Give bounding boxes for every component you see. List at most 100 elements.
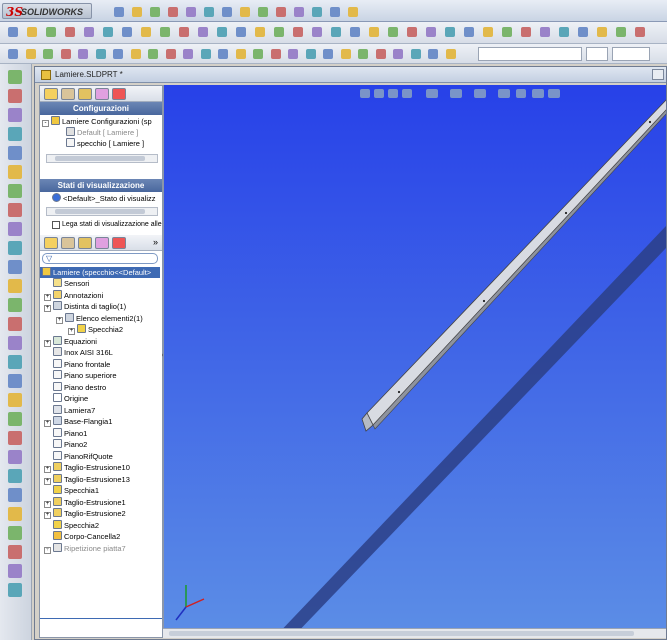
toolbar-button[interactable] (196, 25, 210, 39)
section-view-icon[interactable] (402, 89, 412, 98)
graphics-viewport[interactable] (163, 85, 666, 638)
feature-tree-item[interactable]: Corpo-Cancella2 (44, 531, 120, 542)
toolbar-button[interactable] (500, 25, 514, 39)
feature-tree-item[interactable]: PianoRifQuote (44, 450, 113, 462)
command-icon[interactable] (8, 355, 22, 369)
toolbar-button[interactable] (310, 5, 324, 19)
toolbar-button[interactable] (164, 47, 178, 61)
config-scrollbar[interactable] (46, 154, 158, 163)
config-root[interactable]: - Lamiere Configurazioni (sp (42, 116, 152, 127)
expand-icon[interactable]: + (44, 339, 51, 347)
toolbar-button[interactable] (238, 5, 252, 19)
configuration-manager-tab-icon[interactable] (78, 88, 92, 100)
toolbar-button[interactable] (595, 25, 609, 39)
feature-manager-tab-icon[interactable] (44, 237, 58, 249)
command-icon[interactable] (8, 507, 22, 521)
feature-tree-item[interactable]: Piano2 (44, 439, 87, 450)
config-item[interactable]: Default [ Lamiere ] (66, 127, 138, 138)
display-state-item[interactable]: <Default>_Stato di visualizz (52, 193, 156, 204)
command-icon[interactable] (8, 146, 22, 160)
solidworks-logo[interactable]: 3S SOLIDWORKS (2, 3, 92, 19)
toolbar-button[interactable] (112, 5, 126, 19)
feature-tree-item[interactable]: Piano frontale (44, 358, 110, 370)
viewport-scrollbar[interactable] (163, 628, 666, 638)
hide-show-items-icon[interactable] (474, 89, 486, 98)
toolbar-button[interactable] (292, 5, 306, 19)
expand-icon[interactable]: + (44, 546, 51, 554)
toolbar-button[interactable] (269, 47, 283, 61)
command-icon[interactable] (8, 488, 22, 502)
toolbar-button[interactable] (557, 25, 571, 39)
toolbar-button[interactable] (291, 25, 305, 39)
toolbar-button[interactable] (234, 25, 248, 39)
render-tools-icon[interactable] (548, 89, 560, 98)
expand-icon[interactable]: + (44, 500, 51, 508)
toolbar-button[interactable] (272, 25, 286, 39)
toolbar-button[interactable] (304, 47, 318, 61)
display-style-icon[interactable] (450, 89, 462, 98)
zoom-to-fit-icon[interactable] (360, 89, 370, 98)
toolbar-button[interactable] (576, 25, 590, 39)
toolbar-button[interactable] (25, 25, 39, 39)
toolbar-button[interactable] (348, 25, 362, 39)
toolbar-button[interactable] (130, 5, 144, 19)
collapse-icon[interactable]: - (42, 120, 49, 127)
zoom-area-icon[interactable] (374, 89, 384, 98)
command-icon[interactable] (8, 70, 22, 84)
property-manager-tab-icon[interactable] (61, 88, 75, 100)
command-icon[interactable] (8, 374, 22, 388)
toolbar-button[interactable] (41, 47, 55, 61)
configuration-manager-tab-icon[interactable] (78, 237, 92, 249)
feature-tree-item[interactable]: Sensori (44, 278, 89, 289)
command-icon[interactable] (8, 469, 22, 483)
command-icon[interactable] (8, 222, 22, 236)
feature-tree-item[interactable]: + Taglio-Estrusione13 (44, 473, 130, 485)
edit-appearance-icon[interactable] (498, 89, 510, 98)
toolbar-button[interactable] (24, 47, 38, 61)
toolbar-button[interactable] (462, 25, 476, 39)
feature-tree-item[interactable]: + Equazioni (44, 335, 97, 347)
toolbar-button[interactable] (310, 25, 324, 39)
command-icon[interactable] (8, 184, 22, 198)
command-icon[interactable] (8, 203, 22, 217)
toolbar-button[interactable] (538, 25, 552, 39)
toolbar-button[interactable] (328, 5, 342, 19)
toolbar-button[interactable] (76, 47, 90, 61)
display-manager-tab-icon[interactable] (112, 88, 126, 100)
feature-tree-item[interactable]: Piano destro (44, 381, 106, 393)
view-orientation-icon[interactable] (426, 89, 438, 98)
command-icon[interactable] (8, 583, 22, 597)
toolbar-button[interactable] (424, 25, 438, 39)
dimxpert-tab-icon[interactable] (95, 237, 109, 249)
window-restore-button[interactable] (652, 69, 664, 80)
toolbar-button[interactable] (94, 47, 108, 61)
expand-icon[interactable]: + (56, 316, 63, 324)
command-icon[interactable] (8, 412, 22, 426)
toolbar-button[interactable] (374, 47, 388, 61)
command-icon[interactable] (8, 526, 22, 540)
dimxpert-tab-icon[interactable] (95, 88, 109, 100)
toolbar-button[interactable] (251, 47, 265, 61)
toolbar-button[interactable] (184, 5, 198, 19)
toolbar-button[interactable] (443, 25, 457, 39)
feature-tree-item[interactable]: Specchia2 (44, 519, 99, 531)
line-style-combo[interactable] (612, 47, 650, 61)
feature-tree-item[interactable]: Piano superiore (44, 370, 117, 381)
toolbar-button[interactable] (321, 47, 335, 61)
small-combo[interactable] (586, 47, 608, 61)
command-icon[interactable] (8, 317, 22, 331)
feature-tree-item[interactable]: + Specchia2 (68, 324, 123, 335)
toolbar-button[interactable] (633, 25, 647, 39)
command-icon[interactable] (8, 450, 22, 464)
toolbar-button[interactable] (148, 5, 162, 19)
feature-tree-item[interactable]: + Taglio-Estrusione2 (44, 508, 126, 519)
toolbar-button[interactable] (216, 47, 230, 61)
view-settings-icon[interactable] (532, 89, 544, 98)
config-item[interactable]: specchio [ Lamiere ] (66, 138, 144, 149)
feature-tree-item[interactable]: Piano1 (44, 427, 87, 439)
command-icon[interactable] (8, 127, 22, 141)
toolbar-button[interactable] (481, 25, 495, 39)
toolbar-button[interactable] (63, 25, 77, 39)
apply-scene-icon[interactable] (516, 89, 526, 98)
toolbar-button[interactable] (426, 47, 440, 61)
